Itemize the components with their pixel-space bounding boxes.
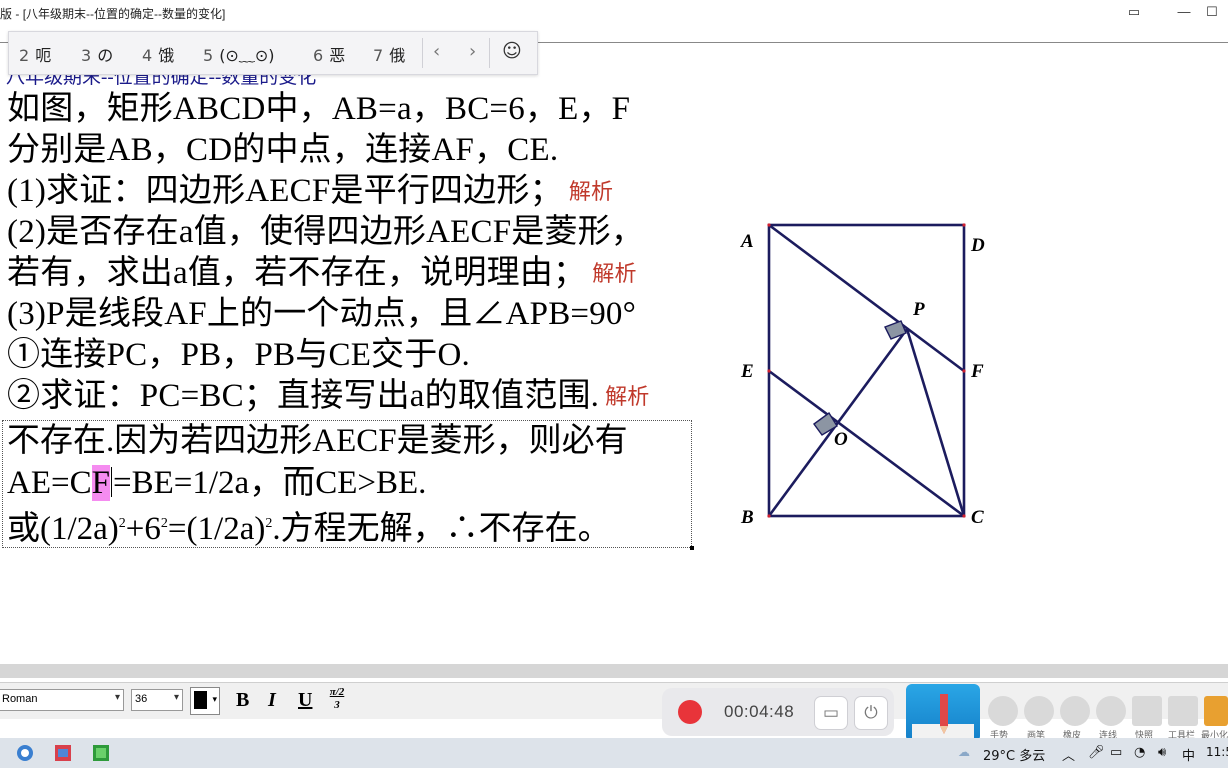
fraction-button[interactable]: π/2 3 [324,686,350,712]
ime-candidate[interactable]: 7俄 [373,42,405,66]
more-button[interactable]: ▭ [1122,3,1146,21]
answer-line[interactable]: AE=CF=BE=1/2a，而CE>BE. [7,463,426,504]
taskbar-app-icon[interactable] [84,741,118,765]
point-label-F: F [970,361,984,382]
question-line-part1: (1)求证：四边形AECF是平行四边形； 解析 [7,173,614,209]
question-line: (2)是否存在a值，使得四边形AECF是菱形， [7,214,645,250]
record-icon[interactable] [678,700,702,724]
chevron-up-icon[interactable]: ︿ [1062,745,1075,764]
pen-tool-icon[interactable] [1024,696,1054,726]
point-label-P: P [912,299,925,320]
snapshot-tool-icon[interactable] [1132,696,1162,726]
point-label-O: O [834,429,848,450]
text-selection[interactable]: F [91,465,110,501]
underline-button[interactable]: U [298,689,312,712]
question-line-part2: 若有，求出a值，若不存在，说明理由； 解析 [7,255,637,291]
text-cursor [110,467,112,497]
ime-candidate[interactable]: 5 (⊙﹏⊙) [203,42,275,66]
point-label-D: D [970,235,985,256]
pen-app-icon[interactable] [906,684,980,742]
question-line: 如图，矩形ABCD中，AB=a，BC=6，E，F [7,91,631,127]
toolbar-tool-icon[interactable] [1168,696,1198,726]
recording-timer: 00:04:48 [724,702,795,721]
rectangle-ABCD [767,223,966,518]
ime-prev-page-icon[interactable]: ‹ [433,41,440,62]
minimize-button[interactable]: — [1172,3,1196,21]
screen-recorder: 00:04:48 ▭ ⏻ [662,688,894,736]
analysis-link[interactable]: 解析 [569,180,613,205]
wifi-icon[interactable]: ◔ [1134,745,1145,760]
eraser-tool-icon[interactable] [1060,696,1090,726]
hand-tool-icon[interactable] [988,696,1018,726]
analysis-link[interactable]: 解析 [605,385,649,410]
ime-candidate-bar: 2呃 3の 4饿 5 (⊙﹏⊙) 6恶 7俄 ‹ › ☺ [8,31,538,75]
title-bar: 版 - [八年级期末--位置的确定--数量的变化] ▭ — ☐ [0,0,1228,24]
color-swatch [194,691,207,709]
taskbar-app-icon[interactable] [46,741,80,765]
ime-candidate[interactable]: 3の [81,42,113,66]
camera-icon[interactable]: ▭ [814,696,848,730]
ime-candidate[interactable]: 6恶 [313,42,345,66]
geometry-figure: A D P E F O B C [735,215,1005,535]
weather-icon[interactable]: ☁ [958,745,970,759]
analysis-link[interactable]: 解析 [592,262,636,287]
question-line: (3)P是线段AF上的一个动点，且∠APB=90° [7,296,637,332]
italic-button[interactable]: I [268,689,276,712]
point-label-E: E [740,361,754,382]
font-size-select[interactable]: 36 ▾ [131,689,183,711]
power-icon[interactable]: ⏻ [854,696,888,730]
segment-CE [767,369,966,518]
point-label-A: A [740,231,754,252]
taskbar-app-icon[interactable] [8,741,42,765]
microphone-icon[interactable]: 🎤︎ [1088,745,1105,760]
maximize-button[interactable]: ☐ [1200,3,1224,21]
answer-line[interactable]: 不存在.因为若四边形AECF是菱形，则必有 [7,421,628,462]
resize-handle[interactable] [690,546,694,550]
segment-AF [767,223,966,373]
volume-icon[interactable]: 🔊︎ [1158,745,1166,760]
ime-candidate[interactable]: 4饿 [142,42,174,66]
point-label-B: B [740,507,754,528]
ime-mode-indicator[interactable]: 中 [1182,745,1195,764]
answer-line[interactable]: 或(1/2a)2+62=(1/2a)2.方程无解，∴不存在。 [7,503,611,550]
window-title: 版 - [八年级期末--位置的确定--数量的变化] [0,7,226,21]
text-color-button[interactable]: ▾ [190,687,220,715]
chevron-down-icon: ▾ [173,692,179,703]
taskbar: ☁ 29°C 多云 ︿ 🎤︎ ▭ ◔ 🔊︎ 中 11:5 [0,738,1228,768]
chevron-down-icon: ▾ [114,692,120,703]
question-line: 分别是AB，CD的中点，连接AF，CE. [7,132,559,168]
minimize-tool-icon[interactable] [1204,696,1228,726]
horizontal-scrollbar[interactable] [0,664,1228,678]
font-name-select[interactable]: Roman ▾ [0,689,124,711]
weather-text[interactable]: 29°C 多云 [983,745,1045,764]
clock[interactable]: 11:5 [1206,745,1228,759]
segment-BP [767,327,909,518]
question-line: ①连接PC，PB，PB与CE交于O. [7,337,470,373]
ime-next-page-icon[interactable]: › [469,41,476,62]
connect-tool-icon[interactable] [1096,696,1126,726]
emoji-icon[interactable]: ☺ [502,40,522,62]
segment-PC [905,327,966,518]
chevron-down-icon: ▾ [212,694,217,704]
ime-candidate[interactable]: 2呃 [19,42,51,66]
battery-icon[interactable]: ▭ [1110,745,1122,760]
point-label-C: C [971,507,984,528]
bold-button[interactable]: B [236,689,249,712]
question-line-part3: ②求证：PC=BC；直接写出a的取值范围. 解析 [7,378,650,414]
pen-tools-panel: 手势 画笔 橡皮 连线 快照 工具栏 最小化 [982,696,1228,741]
